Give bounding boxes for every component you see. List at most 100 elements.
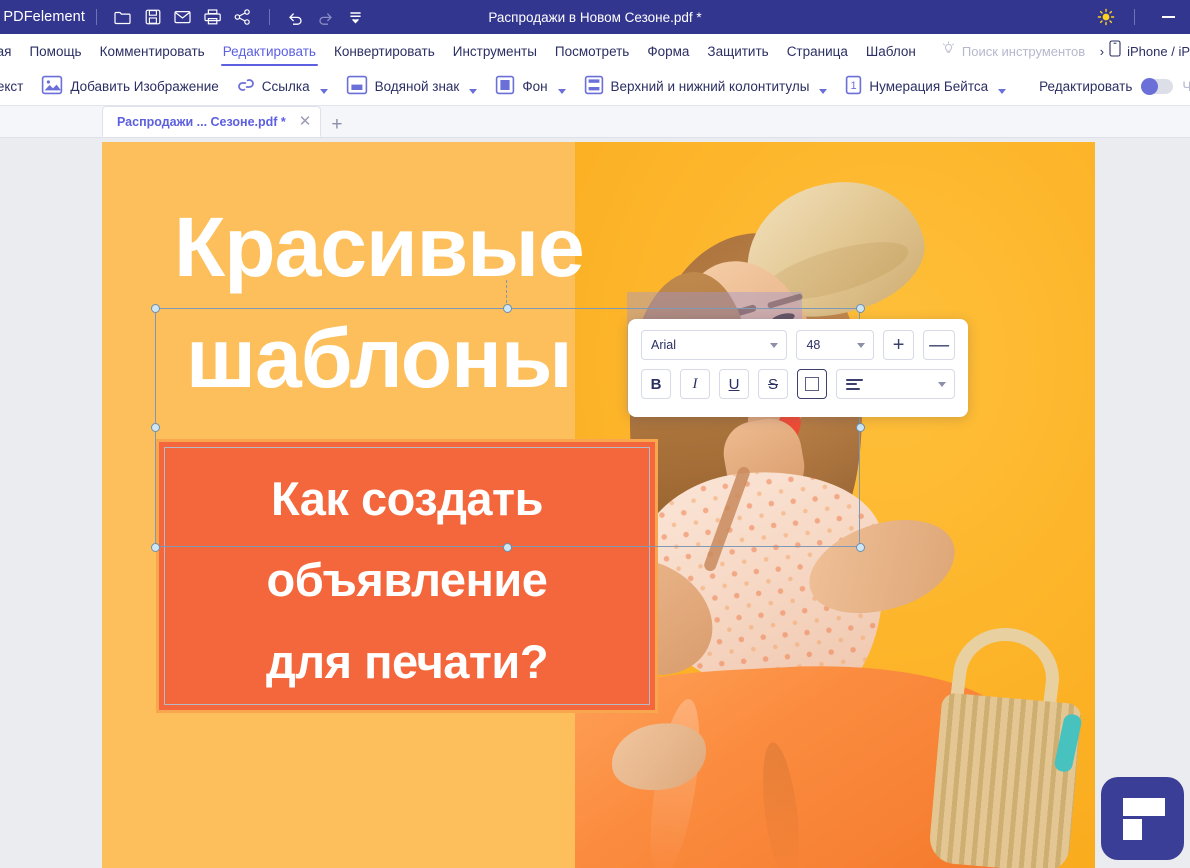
resize-handle-bottom-center[interactable] [503, 543, 512, 552]
alignment-select[interactable] [836, 369, 955, 399]
bold-button[interactable]: B [641, 369, 672, 399]
share-icon[interactable] [228, 4, 258, 30]
italic-button[interactable]: I [680, 369, 711, 399]
chevron-down-icon [770, 342, 779, 348]
menu-item-comment[interactable]: Комментировать [91, 34, 214, 68]
mail-icon[interactable] [168, 4, 198, 30]
link-icon [237, 75, 255, 98]
menu-item-page[interactable]: Страница [778, 34, 857, 68]
edit-mode-label: Редактировать [1039, 79, 1133, 94]
file-tab-label: Распродажи ... Сезоне.pdf * [117, 114, 286, 129]
add-text-button[interactable]: ь текст [0, 68, 32, 106]
bates-numbering-label: Нумерация Бейтса [869, 79, 989, 94]
lightbulb-icon [941, 41, 956, 61]
chevron-down-icon[interactable] [469, 88, 478, 94]
header-footer-label: Верхний и нижний колонтитулы [610, 79, 810, 94]
edit-read-toggle[interactable]: Редактировать Читать [1031, 78, 1190, 95]
minimize-button[interactable] [1146, 0, 1190, 34]
resize-handle-middle-left[interactable] [151, 423, 160, 432]
background-icon [495, 75, 515, 98]
device-preview[interactable]: › iPhone / iP [1100, 34, 1190, 68]
file-tab[interactable]: Распродажи ... Сезоне.pdf * ✕ [102, 106, 322, 137]
pdf-page[interactable]: Красивые шаблоны PDF Как создать объявле… [102, 142, 1095, 868]
menu-item-help[interactable]: Помощь [20, 34, 90, 68]
menu-bar: вная Помощь Комментировать Редактировать… [0, 34, 1190, 68]
background-label: Фон [522, 79, 548, 94]
text-format-toolbar[interactable]: Arial 48 + — B I U S [628, 319, 968, 417]
decrease-font-size-button[interactable]: — [923, 330, 955, 360]
color-swatch-icon [805, 377, 820, 391]
resize-handle-top-center[interactable] [503, 304, 512, 313]
link-label: Ссылка [261, 79, 310, 94]
photo-straw-bag [927, 692, 1083, 868]
chevron-down-icon [856, 342, 865, 348]
sun-icon[interactable] [1089, 0, 1123, 34]
resize-handle-top-left[interactable] [151, 304, 160, 313]
watermark-button[interactable]: Водяной знак [337, 68, 487, 106]
resize-handle-bottom-right[interactable] [856, 543, 865, 552]
chevron-right-icon: › [1099, 43, 1105, 59]
menu-item-home[interactable]: вная [0, 34, 20, 68]
document-canvas[interactable]: Красивые шаблоны PDF Как создать объявле… [0, 138, 1190, 868]
add-image-button[interactable]: Добавить Изображение [32, 68, 227, 106]
cta-box[interactable]: Как создать объявление для печати? [156, 439, 658, 713]
underline-button[interactable]: U [719, 369, 750, 399]
chevron-down-icon[interactable] [557, 88, 566, 94]
titlebar-divider-1 [95, 9, 97, 25]
app-brand: are PDFelement [0, 9, 85, 25]
cta-line-2: объявление [266, 553, 548, 607]
font-size-value: 48 [806, 338, 821, 352]
bates-numbering-button[interactable]: 1 Нумерация Бейтса [836, 68, 1015, 106]
align-left-icon [846, 378, 864, 390]
menu-item-protect[interactable]: Защитить [698, 34, 777, 68]
redo-icon[interactable] [311, 4, 341, 30]
close-icon[interactable]: ✕ [296, 114, 315, 129]
menu-item-view[interactable]: Посмотреть [546, 34, 638, 68]
cta-line-1: Как создать [271, 472, 543, 525]
format-row-font: Arial 48 + — [641, 330, 955, 360]
chevron-down-icon[interactable] [319, 88, 328, 94]
tool-search-placeholder: Поиск инструментов [961, 43, 1086, 59]
watermark-label: Водяной знак [374, 79, 460, 94]
resize-handle-top-right[interactable] [856, 304, 865, 313]
pdfelement-logo-button[interactable] [1101, 777, 1184, 860]
resize-handle-middle-right[interactable] [856, 423, 865, 432]
svg-text:1: 1 [851, 80, 857, 92]
format-row-style: B I U S [641, 369, 955, 399]
menu-item-form[interactable]: Форма [638, 34, 698, 68]
print-icon[interactable] [198, 4, 228, 30]
font-family-value: Arial [651, 338, 677, 352]
header-footer-button[interactable]: Верхний и нижний колонтитулы [575, 68, 837, 106]
chevron-down-icon[interactable] [998, 88, 1007, 94]
chevron-down-icon [938, 381, 946, 387]
strikethrough-button[interactable]: S [758, 369, 789, 399]
menu-item-convert[interactable]: Конвертировать [325, 34, 444, 68]
background-button[interactable]: Фон [486, 68, 574, 106]
new-tab-button[interactable]: + [321, 115, 352, 137]
resize-handle-bottom-left[interactable] [151, 543, 160, 552]
headline-line-1: Красивые [174, 200, 585, 294]
tool-search[interactable]: Поиск инструментов [941, 41, 1085, 61]
pdfelement-window: are PDFelement [0, 0, 1190, 868]
titlebar-divider-3 [1134, 9, 1135, 25]
undo-icon[interactable] [281, 4, 311, 30]
font-family-select[interactable]: Arial [641, 330, 788, 360]
menu-item-tools[interactable]: Инструменты [444, 34, 546, 68]
add-text-label: ь текст [0, 79, 24, 94]
menu-item-edit[interactable]: Редактировать [214, 34, 325, 68]
phone-icon [1109, 40, 1121, 62]
add-image-icon [41, 75, 63, 98]
more-icon[interactable] [341, 4, 371, 30]
chevron-down-icon[interactable] [819, 88, 828, 94]
save-icon[interactable] [138, 4, 168, 30]
mode-switch[interactable] [1141, 78, 1174, 95]
font-size-select[interactable]: 48 [796, 330, 874, 360]
menu-item-template[interactable]: Шаблон [857, 34, 925, 68]
title-bar: are PDFelement [0, 0, 1190, 34]
folder-icon[interactable] [108, 4, 138, 30]
increase-font-size-button[interactable]: + [882, 330, 915, 360]
text-color-button[interactable] [797, 369, 828, 399]
link-button[interactable]: Ссылка [228, 68, 337, 106]
bates-numbering-icon: 1 [845, 75, 862, 98]
pdfelement-logo-icon [1121, 797, 1165, 840]
